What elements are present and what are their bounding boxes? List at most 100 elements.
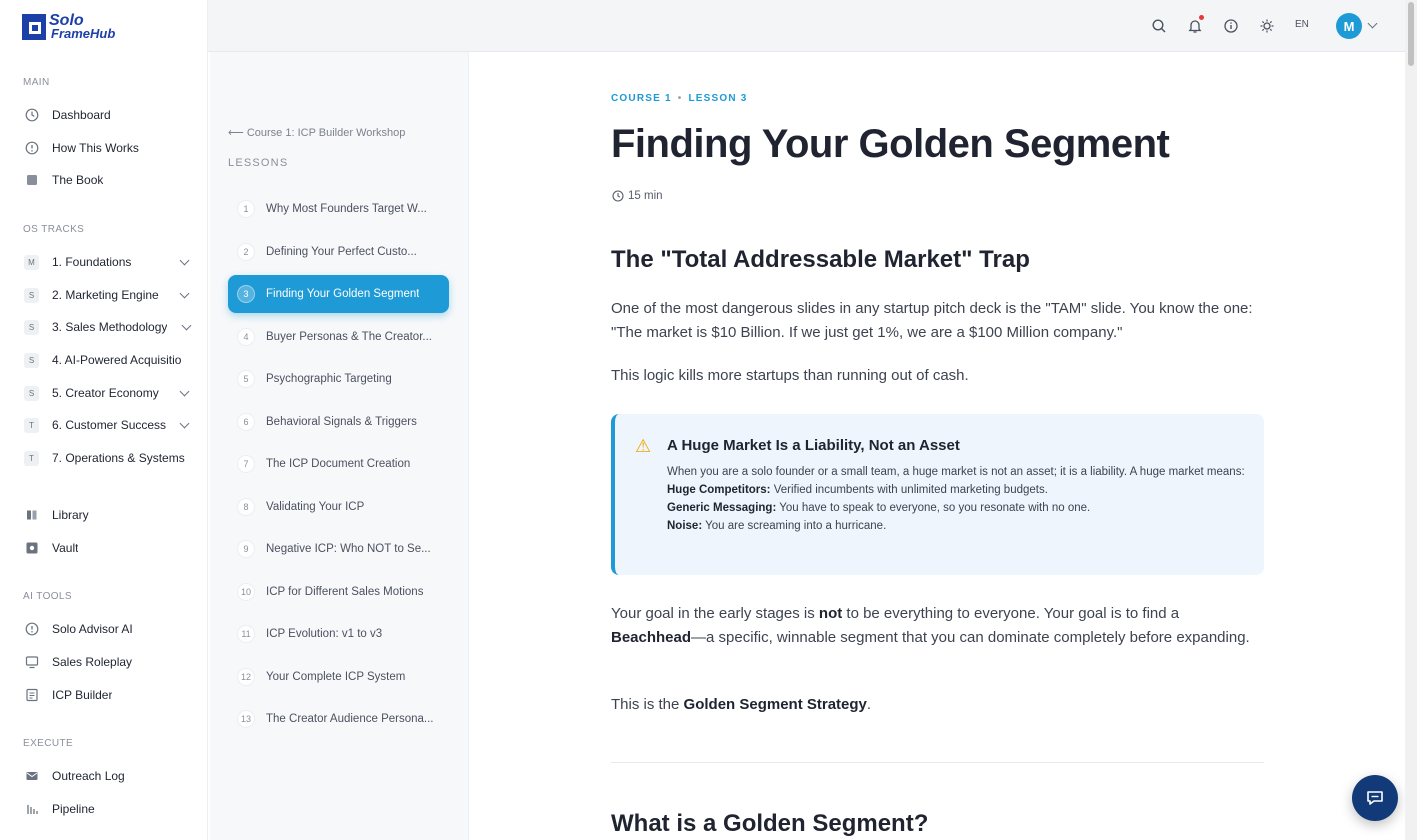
breadcrumb-course[interactable]: COURSE 1 xyxy=(611,93,672,104)
paragraph: One of the most dangerous slides in any … xyxy=(611,300,1253,341)
mail-icon xyxy=(24,769,39,784)
help-icon[interactable] xyxy=(1222,17,1240,35)
lesson-title: Psychographic Targeting xyxy=(266,373,392,385)
sidebar-item-solo-advisor-ai[interactable]: Solo Advisor AI xyxy=(24,617,194,641)
track-label: 6. Customer Success xyxy=(52,418,167,432)
sidebar-item-library[interactable]: Library xyxy=(24,503,194,527)
logo-mark-icon xyxy=(22,14,46,40)
brand-name-line2: FrameHub xyxy=(51,26,116,41)
language-selector[interactable]: EN xyxy=(1295,19,1309,30)
warning-icon: ⚠ xyxy=(635,436,652,456)
callout-item: Huge Competitors: Verified incumbents wi… xyxy=(667,484,1048,496)
chevron-down-icon[interactable] xyxy=(179,386,190,397)
chevron-down-icon[interactable] xyxy=(181,320,192,331)
sidebar-track-customer-success[interactable]: T 6. Customer Success xyxy=(24,413,194,437)
track-badge: T xyxy=(24,417,39,433)
sidebar-item-label: Library xyxy=(52,508,89,522)
lesson-item[interactable]: 12 Your Complete ICP System xyxy=(228,658,449,696)
chevron-down-icon[interactable] xyxy=(179,255,190,266)
track-label: 5. Creator Economy xyxy=(52,386,159,400)
lesson-item[interactable]: 4 Buyer Personas & The Creator... xyxy=(228,318,449,356)
track-badge: S xyxy=(24,385,39,401)
chat-button[interactable] xyxy=(1352,775,1398,821)
sidebar-item-label: ICP Builder xyxy=(52,688,113,702)
lesson-item[interactable]: 10 ICP for Different Sales Motions xyxy=(228,573,449,611)
document-icon xyxy=(24,688,39,703)
lesson-item[interactable]: 1 Why Most Founders Target W... xyxy=(228,190,449,228)
lesson-item[interactable]: 7 The ICP Document Creation xyxy=(228,445,449,483)
sidebar-item-label: The Book xyxy=(52,173,104,187)
lesson-item[interactable]: 6 Behavioral Signals & Triggers xyxy=(228,403,449,441)
duration-text: 15 min xyxy=(628,190,663,202)
chevron-down-icon[interactable] xyxy=(179,418,190,429)
sidebar-item-dashboard[interactable]: Dashboard xyxy=(24,103,194,127)
sidebar-track-operations-systems[interactable]: T 7. Operations & Systems xyxy=(24,446,194,470)
chevron-down-icon[interactable] xyxy=(1367,18,1378,29)
breadcrumb-lesson: LESSON 3 xyxy=(688,93,748,104)
lesson-item[interactable]: 8 Validating Your ICP xyxy=(228,488,449,526)
sidebar-item-label: Pipeline xyxy=(52,802,95,816)
lessons-heading: LESSONS xyxy=(228,157,289,169)
dashboard-icon xyxy=(24,108,39,123)
lesson-item[interactable]: 3 Finding Your Golden Segment xyxy=(228,275,449,313)
lesson-number: 5 xyxy=(237,370,255,388)
lesson-item[interactable]: 9 Negative ICP: Who NOT to Se... xyxy=(228,530,449,568)
top-bar: EN M xyxy=(208,0,1405,52)
search-icon[interactable] xyxy=(1150,17,1168,35)
vault-icon xyxy=(24,541,39,556)
sidebar-item-pipeline[interactable]: Pipeline xyxy=(24,797,194,821)
page-title: Finding Your Golden Segment xyxy=(611,122,1170,166)
page-scrollbar[interactable] xyxy=(1405,0,1417,840)
sidebar-item-outreach-log[interactable]: Outreach Log xyxy=(24,764,194,788)
track-badge: T xyxy=(24,450,39,466)
lesson-item[interactable]: 5 Psychographic Targeting xyxy=(228,360,449,398)
back-link-label: Course 1: ICP Builder Workshop xyxy=(246,127,406,139)
brand-logo[interactable]: Solo FrameHub xyxy=(22,13,116,41)
sidebar-item-the-book[interactable]: The Book xyxy=(24,168,194,192)
lesson-number: 6 xyxy=(237,412,255,431)
sidebar-track-marketing-engine[interactable]: S 2. Marketing Engine xyxy=(24,283,194,307)
lesson-number: 10 xyxy=(237,582,255,601)
clock-icon xyxy=(612,190,624,202)
lesson-title: Your Complete ICP System xyxy=(266,670,406,683)
lesson-item[interactable]: 13 The Creator Audience Persona... xyxy=(228,700,449,738)
pipeline-icon xyxy=(24,802,39,817)
chevron-down-icon[interactable] xyxy=(179,288,190,299)
sidebar-item-vault[interactable]: Vault xyxy=(24,536,194,560)
lesson-title: Why Most Founders Target W... xyxy=(266,203,427,215)
breadcrumb: COURSE 1 • LESSON 3 xyxy=(611,93,748,104)
sidebar-item-icp-builder[interactable]: ICP Builder xyxy=(24,683,194,707)
lesson-number: 9 xyxy=(237,540,255,558)
lesson-number: 2 xyxy=(237,242,255,261)
sidebar-item-label: Outreach Log xyxy=(52,769,125,783)
sidebar-item-label: Solo Advisor AI xyxy=(52,622,133,636)
notifications-icon[interactable] xyxy=(1186,15,1204,35)
lesson-title: Defining Your Perfect Custo... xyxy=(266,245,417,258)
sidebar-item-how-this-works[interactable]: How This Works xyxy=(24,136,194,160)
sidebar-track-creator-economy[interactable]: S 5. Creator Economy xyxy=(24,381,194,405)
theme-toggle-icon[interactable] xyxy=(1258,17,1276,35)
info-icon xyxy=(24,141,39,156)
sidebar-track-foundations[interactable]: M 1. Foundations xyxy=(24,250,194,274)
lesson-title: ICP Evolution: v1 to v3 xyxy=(266,628,383,640)
lesson-number: 1 xyxy=(237,200,255,218)
sidebar-item-sales-roleplay[interactable]: Sales Roleplay xyxy=(24,650,194,674)
lesson-item[interactable]: 2 Defining Your Perfect Custo... xyxy=(228,233,449,271)
section-heading: What is a Golden Segment? xyxy=(611,810,929,837)
book-icon xyxy=(24,173,39,188)
scrollbar-thumb[interactable] xyxy=(1408,2,1414,66)
sidebar-track-sales-methodology[interactable]: S 3. Sales Methodology xyxy=(24,315,194,339)
lesson-title: The Creator Audience Persona... xyxy=(266,713,434,725)
lesson-item[interactable]: 11 ICP Evolution: v1 to v3 xyxy=(228,615,449,653)
avatar[interactable]: M xyxy=(1336,13,1362,39)
track-badge: M xyxy=(24,254,39,270)
paragraph: This is the Golden Segment Strategy. xyxy=(611,696,872,713)
section-divider xyxy=(611,762,1264,763)
lesson-title: ICP for Different Sales Motions xyxy=(266,585,424,598)
section-heading-tracks: OS TRACKS xyxy=(23,224,85,235)
sidebar-track-ai-powered-acquisition[interactable]: S 4. AI-Powered Acquisitio xyxy=(24,348,188,372)
back-to-course-link[interactable]: ⟵ Course 1: ICP Builder Workshop xyxy=(228,126,405,139)
monitor-icon xyxy=(24,655,39,670)
lesson-number: 3 xyxy=(237,285,255,303)
paragraph: Your goal in the early stages is not to … xyxy=(611,605,1250,646)
